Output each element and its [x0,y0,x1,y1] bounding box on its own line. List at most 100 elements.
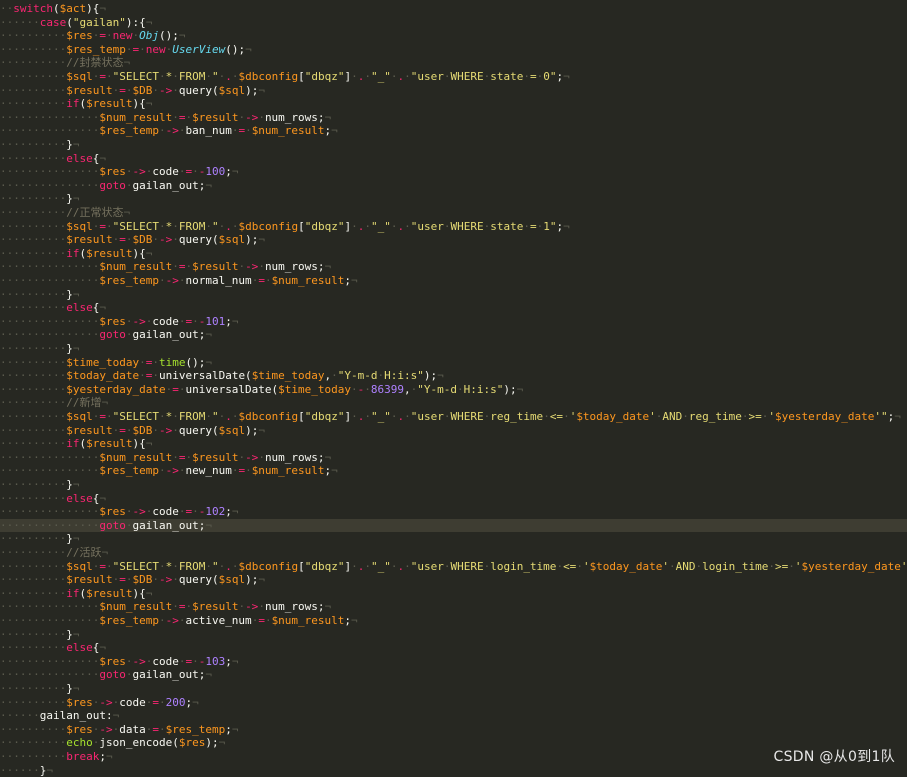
code-token: $yesterday_date [66,382,166,396]
code-token: ·········· [0,586,67,600]
code-line[interactable]: ··········$res·->·code·=·200;¬ [0,696,199,710]
code-line[interactable]: ···············$res·->·code·=·-102;¬ [0,505,238,519]
code-line[interactable]: ··········}¬ [0,532,79,546]
code-token: ¬ [205,178,212,192]
code-line[interactable]: ··········$result·=·$DB·->·query($sql);¬ [0,84,265,98]
code-line[interactable]: ··········$res·=·new·Obj();¬ [0,29,185,43]
code-line[interactable]: ··········}¬ [0,628,79,642]
code-token: ¬ [324,600,332,614]
code-line[interactable]: ··········break;¬ [0,750,113,764]
code-token: · [158,219,166,233]
code-token: · [563,410,570,423]
code-line[interactable]: ··········//新增¬ [0,396,108,410]
code-token: $res_temp [99,464,159,478]
code-line[interactable]: ······}¬ [0,764,53,777]
code-line[interactable]: ··switch($act){¬ [0,2,106,16]
code-token: ·········· [0,437,67,451]
code-line[interactable]: ···············$num_result·=·$result·->·… [0,260,331,274]
code-line[interactable]: ··········$today_date·=·universalDate($t… [0,369,444,383]
code-line[interactable]: ···············$res·->·code·=·-103;¬ [0,655,238,669]
code-line[interactable]: ···············goto·gailan_out;¬ [0,518,907,533]
code-line[interactable]: ···············$res·->·code·=·-100;¬ [0,165,238,179]
code-line[interactable]: ······gailan_out:¬ [0,709,119,723]
code-token: $result [66,233,113,247]
code-line[interactable]: ···············$res_temp·->·normal_num·=… [0,274,358,288]
code-line[interactable]: ··········//活跃¬ [0,546,108,560]
code-token: data [119,722,146,736]
code-line[interactable]: ··········if($result){¬ [0,437,152,451]
code-token: ¬ [516,382,524,396]
code-token: "user [410,219,444,233]
code-token: ¬ [145,97,153,111]
code-line[interactable]: ··········else{¬ [0,301,106,315]
code-token: $dbconfig [238,559,299,573]
code-line[interactable]: ···············$res_temp·->·ban_num·=·$n… [0,124,338,138]
code-token: $dbconfig [238,219,299,233]
code-line[interactable]: ···············$res_temp·->·active_num·=… [0,614,358,628]
code-line[interactable]: ··········$yesterday_date · = · universalDat… [0,383,523,397]
code-token: >= [748,410,762,423]
code-token: ¬ [351,274,358,287]
code-line[interactable]: ···············$num_result·=·$result·->·… [0,600,331,614]
code-token: //封禁状态 [66,56,124,70]
code-token: ·········· [0,423,67,437]
code-token: ¬ [72,478,80,491]
code-token: -> [245,450,259,464]
code-line[interactable]: ······case("gailan"):{¬ [0,16,152,30]
code-line[interactable]: ··········if($result){¬ [0,587,152,601]
code-editor[interactable]: ··switch($act){¬ ······case("gailan"):{¬ ·… [0,0,907,777]
code-token: ·········· [0,641,67,655]
code-token: ){ [132,586,146,600]
code-line[interactable]: ··········}¬ [0,478,79,492]
code-line[interactable]: ···············$num_result·=·$result·->·… [0,111,331,125]
code-line[interactable]: ··········else{¬ [0,152,106,166]
code-line[interactable]: ··········echo·json_encode($res);¬ [0,736,225,750]
code-token: ¬ [231,314,239,328]
code-token: ){ [132,97,146,111]
code-line[interactable]: ···············$res_temp·->·new_num·=·$n… [0,464,338,478]
code-token: ); [245,233,259,247]
code-token: $DB [132,83,153,97]
code-line[interactable]: ··········$result·=·$DB·->·query($sql);¬ [0,424,265,438]
code-line[interactable]: ··········$sql·=·"SELECT·*·FROM·"·.·$dbc… [0,560,907,574]
code-line[interactable]: ··········$sql·=·"SELECT·*·FROM·"·.·$dbc… [0,410,901,424]
code-line[interactable]: ··········}¬ [0,342,79,356]
code-line[interactable]: ···············goto·gailan_out;¬ [0,179,212,193]
code-line[interactable]: ··········}¬ [0,138,79,152]
code-line[interactable]: ···············$res·->·code·=·-101;¬ [0,315,238,329]
code-line[interactable]: ··········}¬ [0,682,79,696]
code-line[interactable]: ··········if($result){¬ [0,247,152,261]
code-line[interactable]: ··········$res_temp·=·new·UserView();¬ [0,43,252,57]
code-token: $result [66,573,113,587]
code-line[interactable]: ··········if($result){¬ [0,97,152,111]
code-line[interactable]: ···············goto·gailan_out;¬ [0,328,212,342]
code-line[interactable]: ···············$num_result·=·$result·->·… [0,451,331,465]
code-token: = [99,219,106,233]
code-line[interactable]: ··········}¬ [0,288,79,302]
code-token: goto [99,178,126,192]
code-token: -> [165,614,179,627]
code-line[interactable]: ···············goto·gailan_out;¬ [0,668,212,682]
code-line[interactable]: ··········$sql·=·"SELECT·*·FROM·"·.·$dbc… [0,70,570,84]
code-line[interactable]: ··········else{¬ [0,641,106,655]
code-token: login_time [702,559,769,573]
code-line[interactable]: ··········}¬ [0,192,79,206]
code-line[interactable]: ··········$time_today·=·time();¬ [0,356,212,370]
code-token: $result [86,246,133,260]
code-line[interactable]: ··········//正常状态¬ [0,206,130,220]
code-line[interactable]: ··········//封禁状态¬ [0,56,130,70]
code-token: ······ [0,763,40,777]
code-token: normal_num [185,274,252,287]
code-token: · [404,559,411,573]
code-token: $num_result [271,274,345,287]
code-token: new [112,29,133,43]
code-token: $time_today [251,369,325,383]
code-line[interactable]: ··········else{¬ [0,492,106,506]
code-token: · [172,423,179,437]
code-line[interactable]: ··········$sql·=·"SELECT·*·FROM·"·.·$dbc… [0,220,570,234]
code-token: } [66,532,73,546]
code-token: ; [225,314,232,328]
code-line[interactable]: ··········$result·=·$DB·->·query($sql);¬ [0,233,265,247]
code-line[interactable]: ··········$res·->·data·=·$res_temp;¬ [0,723,238,737]
code-line[interactable]: ··········$result·=·$DB·->·query($sql);¬ [0,573,265,587]
